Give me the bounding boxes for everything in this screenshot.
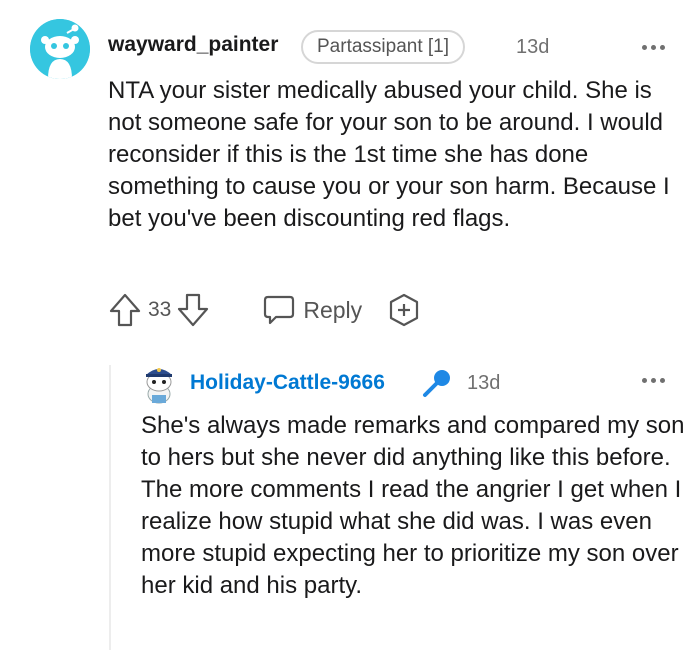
upvote-arrow-icon bbox=[109, 293, 141, 327]
comment-timestamp: 13d bbox=[516, 36, 550, 58]
comment-author[interactable]: wayward_painter bbox=[108, 33, 278, 57]
thread-line[interactable] bbox=[109, 365, 111, 650]
speech-bubble-icon bbox=[264, 295, 295, 325]
upvote-button[interactable] bbox=[108, 292, 142, 328]
vote-score: 33 bbox=[148, 298, 172, 321]
more-options-icon[interactable] bbox=[642, 45, 665, 50]
microphone-icon bbox=[420, 366, 454, 400]
avatar[interactable] bbox=[30, 19, 90, 79]
snoo-sailor-avatar-icon bbox=[146, 368, 172, 404]
reply-label: Reply bbox=[303, 296, 363, 323]
reply-button[interactable]: Reply bbox=[262, 294, 362, 326]
comment-body: NTA your sister medically abused your ch… bbox=[108, 77, 670, 232]
reply-timestamp: 13d bbox=[467, 372, 501, 394]
reply-author[interactable]: Holiday-Cattle-9666 bbox=[190, 371, 385, 395]
downvote-arrow-icon bbox=[178, 293, 209, 327]
award-button[interactable] bbox=[388, 293, 420, 327]
reply-body: She's always made remarks and compared m… bbox=[141, 412, 685, 599]
award-plus-icon bbox=[390, 293, 419, 327]
reply-more-options-icon[interactable] bbox=[642, 378, 665, 383]
snoo-avatar-icon bbox=[30, 19, 90, 79]
reply-avatar[interactable] bbox=[142, 364, 176, 404]
downvote-button[interactable] bbox=[176, 292, 210, 328]
user-flair: Partassipant [1] bbox=[301, 30, 466, 64]
comment-actions: 33 Reply bbox=[108, 290, 420, 330]
